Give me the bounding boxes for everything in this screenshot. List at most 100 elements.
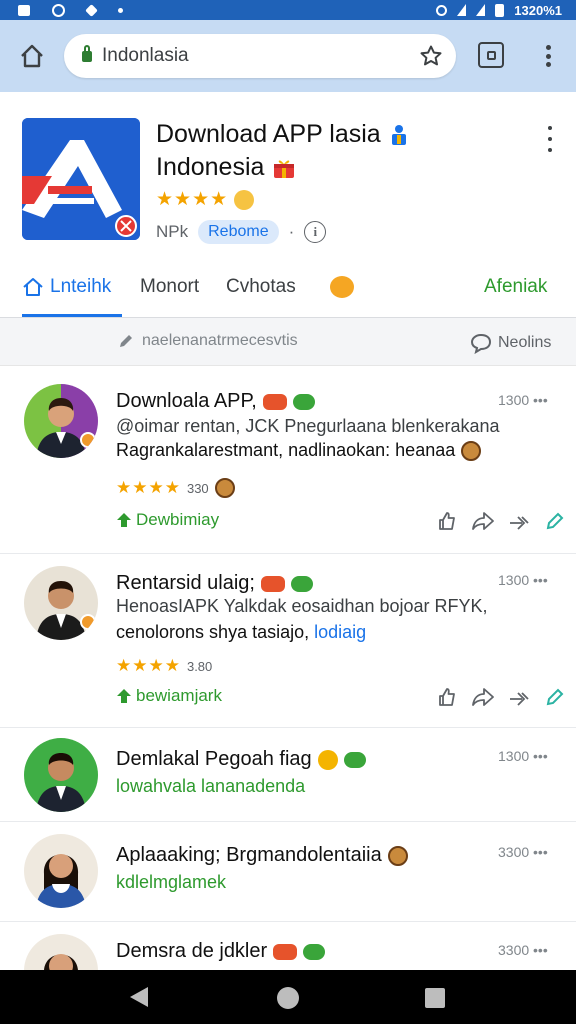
tab-monort[interactable]: Monort (140, 276, 199, 298)
avatar[interactable] (24, 738, 98, 812)
post-line2: cenolorons shya tasiajo, lodiaig (116, 622, 366, 643)
list-item[interactable]: Aplaaaking; Brgmandolentaiia 3300 ••• kd… (0, 822, 576, 922)
browser-toolbar: Indonlasia (0, 20, 576, 92)
post-tag[interactable]: lodiaig (314, 622, 366, 642)
download-action-label: Dewbimiay (136, 510, 220, 529)
post-title: Downloala APP, (116, 390, 315, 413)
sync-icon (52, 3, 65, 17)
post-title: Demlakal Pegoah fiag (116, 748, 366, 771)
tab-bar: Lnteihk Monort Cvhotas Afeniak (0, 262, 576, 318)
edit-icon[interactable] (544, 510, 566, 532)
app-title: Download APP lasia Indonesia (156, 118, 526, 184)
post-line1: HenoasIAPK Yalkdak eosaidhan bojoar RFYK… (116, 596, 488, 616)
rating-stars: ★★★★ (156, 189, 229, 210)
tabs-icon[interactable] (478, 42, 504, 68)
download-action[interactable]: Dewbimiay (116, 510, 219, 530)
filter-options[interactable]: Neolins (470, 332, 551, 354)
post-score: 3.80 (186, 658, 213, 674)
share-icon[interactable] (472, 510, 494, 532)
cloud-emoji-icon (290, 575, 313, 592)
fire-emoji-icon (262, 393, 287, 410)
like-icon[interactable] (436, 686, 458, 708)
share-icon[interactable] (472, 686, 494, 708)
post-line1: kdlelmglamek (116, 872, 227, 892)
person-badge-icon (391, 124, 406, 145)
cast-icon (85, 3, 98, 17)
home-circle-icon[interactable] (277, 987, 299, 1009)
tab-label: Lnteihk (50, 276, 112, 297)
more-vert-icon[interactable] (540, 42, 556, 70)
signal-icon (476, 4, 486, 16)
post-title-text: Rentarsid ulaig; (116, 572, 255, 594)
app-logo[interactable] (22, 118, 140, 240)
address-bar[interactable]: Indonlasia (64, 34, 456, 78)
avatar[interactable] (24, 384, 98, 458)
post-rating: ★★★★ 3.80 (116, 656, 212, 676)
list-item[interactable]: Demsra de jdkler 3300 ••• (0, 922, 576, 970)
meta-prefix: NPk (156, 222, 189, 241)
post-time: 3300 ••• (498, 844, 548, 860)
wifi-icon (457, 4, 467, 16)
download-arrow-icon (117, 689, 131, 703)
system-nav-bar (0, 970, 576, 1024)
post-title-text: Demlakal Pegoah fiag (116, 748, 312, 770)
recents-icon[interactable] (425, 988, 445, 1008)
list-item[interactable]: Demlakal Pegoah fiag 1300 ••• lowahvala … (0, 728, 576, 822)
wave-emoji-icon (317, 749, 338, 770)
comment-icon (470, 333, 492, 354)
app-more-icon[interactable] (546, 126, 554, 152)
edit-icon[interactable] (544, 686, 566, 708)
battery-icon (495, 3, 505, 17)
tab-lnteihk[interactable]: Lnteihk (22, 276, 111, 298)
post-line2: Ragrankalarestmant, nadlinaokan: heanaa (116, 440, 482, 461)
post-actions (436, 510, 566, 532)
forward-icon[interactable] (508, 510, 530, 532)
filter-sort[interactable]: naelenanatrmecesvtis (118, 332, 298, 350)
filter-right-label: Neolins (498, 334, 552, 351)
fire-emoji-icon (260, 575, 285, 592)
post-score: 330 (186, 480, 209, 496)
post-line2-text: cenolorons shya tasiajo, (116, 622, 310, 642)
forward-icon[interactable] (508, 686, 530, 708)
star-outline-icon[interactable] (418, 43, 444, 69)
cloud-emoji-icon (292, 393, 315, 410)
download-arrow-icon (117, 513, 131, 527)
gift-icon (274, 159, 295, 178)
back-icon[interactable] (130, 987, 148, 1007)
post-line2-text: Ragrankalarestmant, nadlinaokan: heanaa (116, 440, 456, 460)
post-stars: ★★★★ (116, 478, 181, 497)
post-time: 1300 ••• (498, 572, 548, 588)
url-text: Indonlasia (102, 45, 189, 66)
cloud-emoji-icon (343, 751, 366, 768)
info-icon[interactable]: i (304, 221, 327, 243)
post-title: Demsra de jdkler (116, 940, 326, 963)
tab-afeniak[interactable]: Afeniak (484, 276, 547, 298)
avatar[interactable] (24, 934, 98, 970)
post-stars: ★★★★ (116, 656, 181, 675)
list-item[interactable]: Downloala APP, 1300 ••• @oimar rentan, J… (0, 366, 576, 554)
list-item[interactable]: Rentarsid ulaig; 1300 ••• HenoasIAPK Yal… (0, 554, 576, 728)
post-actions (436, 686, 566, 708)
avatar[interactable] (24, 834, 98, 908)
tab-emoji[interactable] (330, 276, 354, 298)
avatar-badge (80, 614, 96, 630)
avatar[interactable] (24, 566, 98, 640)
post-line1: lowahvala lananadenda (116, 776, 306, 796)
rebome-chip[interactable]: Rebome (198, 220, 279, 244)
tab-cvhotas[interactable]: Cvhotas (226, 276, 296, 298)
app-rating: ★★★★ (156, 188, 255, 211)
post-time: 3300 ••• (498, 942, 548, 958)
post-title: Rentarsid ulaig; (116, 572, 313, 595)
face-emoji-icon (387, 845, 408, 866)
download-action-label: bewiamjark (136, 686, 222, 705)
post-line1: @oimar rentan, JCK Pnegurlaana blenkerak… (116, 416, 500, 436)
status-bar: 1320%1 (0, 0, 576, 20)
home-icon[interactable] (14, 38, 50, 74)
like-icon[interactable] (436, 510, 458, 532)
app-header: Download APP lasia Indonesia ★★★★ NPk Re… (0, 92, 576, 262)
active-tab-indicator (22, 314, 122, 317)
lock-icon (82, 44, 92, 62)
download-action[interactable]: bewiamjark (116, 686, 222, 706)
post-title-text: Downloala APP, (116, 390, 257, 412)
status-time: 1320%1 (514, 2, 562, 18)
